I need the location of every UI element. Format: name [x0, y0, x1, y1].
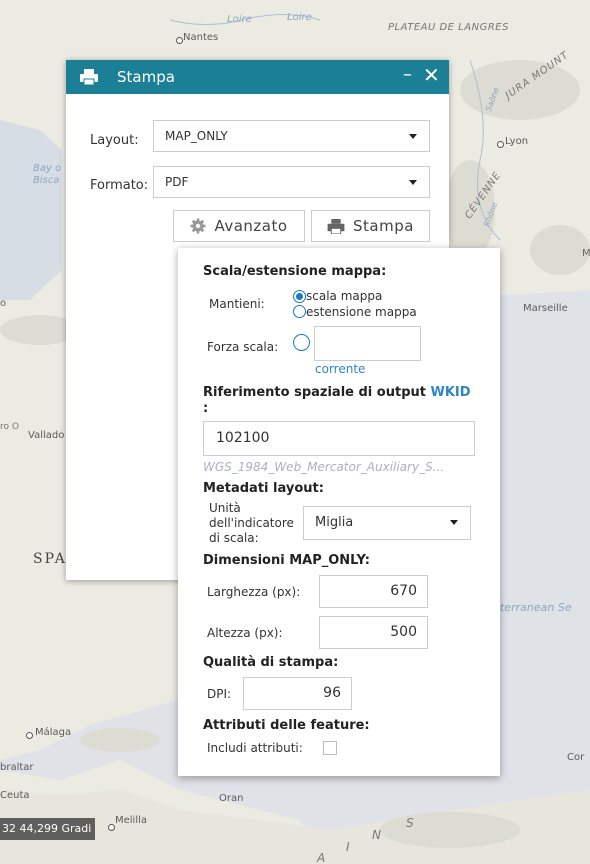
- map-label-edge: o: [0, 298, 7, 309]
- dimensions-section-title: Dimensioni MAP_ONLY:: [203, 553, 370, 568]
- layout-select-value: MAP_ONLY: [165, 129, 228, 143]
- scale-section-title: Scala/estensione mappa:: [203, 264, 387, 279]
- close-button[interactable]: ✕: [423, 63, 440, 87]
- force-scale-label: Forza scala:: [207, 340, 279, 354]
- map-label-nantes: Nantes: [183, 32, 219, 43]
- map-label-atlas: N: [372, 828, 382, 842]
- advanced-options-panel: Scala/estensione mappa: Mantieni: scala …: [178, 248, 500, 776]
- map-label-atlas: S: [406, 816, 415, 830]
- coordinate-readout: 32 44,299 Gradi: [0, 818, 96, 840]
- option-map-extent-label: estensione mappa: [306, 305, 417, 319]
- gear-icon: [190, 218, 206, 234]
- city-dot-icon: [497, 141, 504, 148]
- minimize-button[interactable]: –: [403, 64, 412, 85]
- width-input[interactable]: 670: [319, 575, 428, 608]
- format-select-value: PDF: [165, 175, 189, 189]
- spatial-reference-colon: :: [203, 401, 209, 416]
- scale-units-label-line3: di scala:: [209, 531, 259, 545]
- map-label-spain: SPA: [33, 551, 67, 567]
- advanced-button-label: Avanzato: [214, 217, 288, 235]
- wkid-name-text: WGS_1984_Web_Mercator_Auxiliary_S...: [203, 460, 445, 474]
- chevron-down-icon: [409, 134, 417, 139]
- map-label-loire: Loire: [287, 12, 312, 23]
- map-label-plateau: PLATEAU DE LANGRES: [388, 22, 509, 33]
- map-label-loire: Loire: [227, 14, 252, 25]
- map-label-edge: M: [582, 248, 590, 259]
- map-label-ceuta: Ceuta: [0, 790, 30, 801]
- map-label-cor: Cor: [567, 752, 585, 763]
- map-label-gibraltar: braltar: [0, 762, 34, 773]
- map-label-melilla: Melilla: [115, 815, 148, 826]
- metadata-section-title: Metadati layout:: [203, 481, 324, 496]
- print-window-titlebar[interactable]: Stampa – ✕: [66, 60, 449, 94]
- radio-map-extent[interactable]: [293, 305, 306, 318]
- radio-scale-map[interactable]: [293, 290, 306, 303]
- keep-label: Mantieni:: [209, 297, 265, 311]
- map-label-mediterranean: iterranean Se: [497, 601, 572, 614]
- city-dot-icon: [108, 824, 115, 831]
- map-label-bay: Bisca: [33, 175, 60, 186]
- city-dot-icon: [176, 37, 183, 44]
- dpi-label: DPI:: [207, 687, 232, 701]
- scale-units-value: Miglia: [315, 515, 354, 530]
- print-window-title: Stampa: [117, 68, 175, 86]
- scale-units-label-line2: dell'indicatore: [209, 516, 294, 530]
- format-select[interactable]: PDF: [153, 166, 430, 198]
- map-label-oran: Oran: [219, 793, 244, 804]
- print-button-label: Stampa: [353, 217, 414, 235]
- dpi-input[interactable]: 96: [243, 677, 352, 710]
- format-label: Formato:: [90, 178, 149, 193]
- print-button[interactable]: Stampa: [311, 210, 430, 242]
- printer-icon: [80, 69, 98, 85]
- width-label: Larghezza (px):: [207, 585, 301, 599]
- scale-units-select[interactable]: Miglia: [303, 506, 471, 540]
- map-label-bay: Bay o: [33, 163, 62, 174]
- map-label-atlas: I: [346, 840, 351, 854]
- quality-section-title: Qualità di stampa:: [203, 655, 339, 670]
- map-label-malaga: Málaga: [35, 727, 72, 738]
- map-label-edge: ro O: [0, 422, 19, 432]
- wkid-link[interactable]: WKID: [431, 385, 471, 400]
- current-scale-link[interactable]: corrente: [315, 362, 365, 376]
- printer-icon: [327, 218, 345, 234]
- force-scale-input[interactable]: [314, 326, 421, 361]
- spatial-reference-section-title: Riferimento spaziale di output WKID: [203, 385, 471, 400]
- include-attributes-checkbox[interactable]: [323, 741, 337, 755]
- map-label-marseille: Marseille: [523, 303, 568, 314]
- layout-select[interactable]: MAP_ONLY: [153, 120, 430, 152]
- map-label-lyon: Lyon: [505, 136, 529, 147]
- height-input[interactable]: 500: [319, 616, 428, 649]
- chevron-down-icon: [450, 520, 458, 525]
- include-attributes-label: Includi attributi:: [207, 741, 303, 755]
- chevron-down-icon: [409, 180, 417, 185]
- map-label-valladolid: Vallado: [28, 430, 65, 441]
- advanced-button[interactable]: Avanzato: [173, 210, 305, 242]
- feature-attributes-section-title: Attributi delle feature:: [203, 718, 370, 733]
- radio-force-scale[interactable]: [293, 334, 310, 351]
- city-dot-icon: [26, 732, 33, 739]
- spatial-reference-title-text: Riferimento spaziale di output: [203, 385, 426, 400]
- layout-label: Layout:: [90, 133, 139, 148]
- height-label: Altezza (px):: [207, 626, 283, 640]
- option-scale-map-label: scala mappa: [306, 289, 383, 303]
- wkid-input[interactable]: 102100: [203, 421, 475, 456]
- scale-units-label-line1: Unità: [209, 501, 241, 515]
- map-label-atlas: A: [317, 851, 327, 864]
